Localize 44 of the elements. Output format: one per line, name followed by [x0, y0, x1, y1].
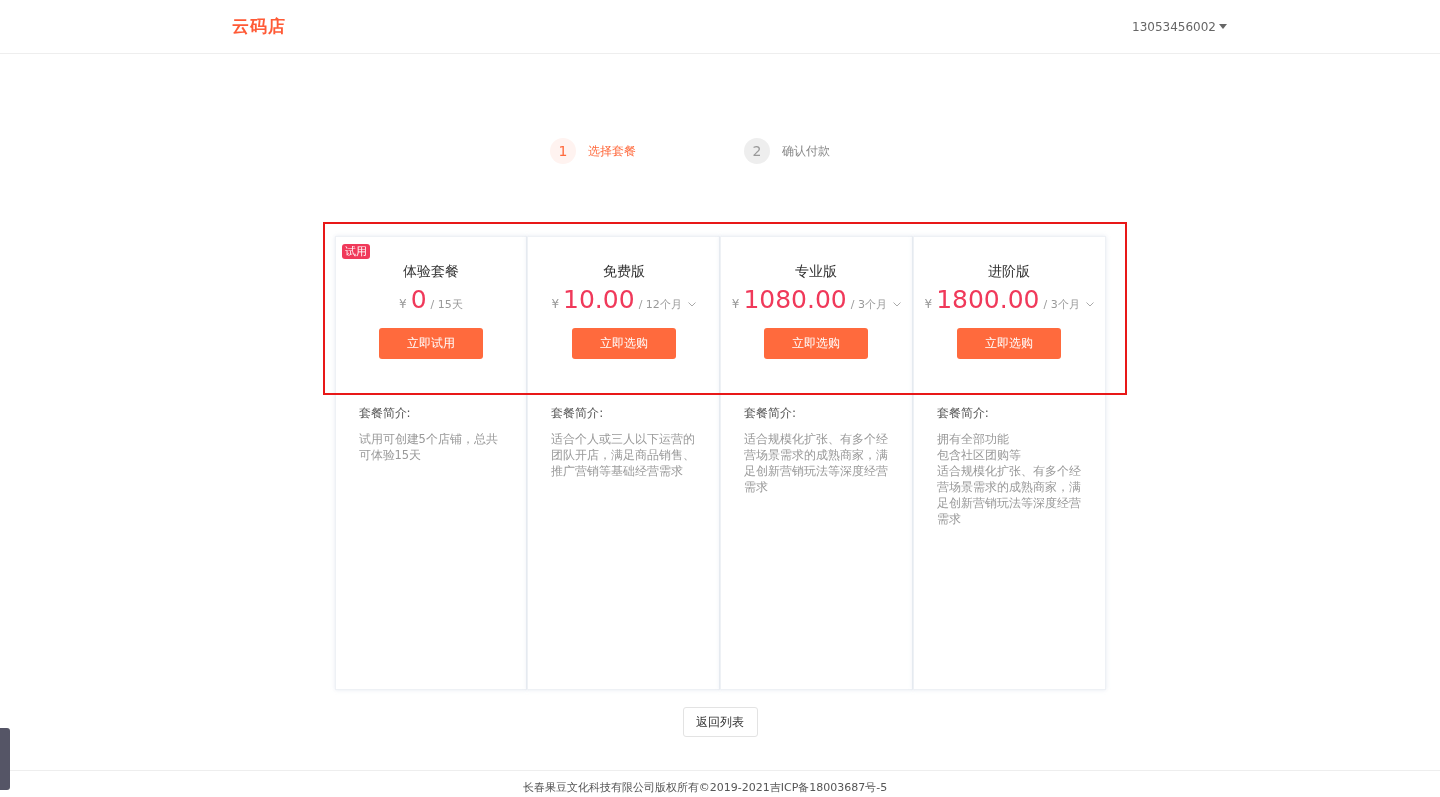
buy-button[interactable]: 立即选购 [957, 328, 1062, 359]
intro-title: 套餐简介: [936, 405, 990, 422]
buy-button[interactable]: 立即选购 [571, 328, 676, 359]
intro-text: 试用可创建5个店铺，总共可体验15天 [358, 431, 499, 463]
plan-name: 体验套餐 [402, 263, 459, 281]
copyright-text: 长春果豆文化科技有限公司版权所有©2019-2021吉ICP备18003687号-5 [522, 781, 889, 796]
plan-period: / 15天 [430, 297, 463, 312]
plan-price: 10.00 [563, 285, 635, 314]
currency-symbol: ¥ [924, 297, 933, 311]
chevron-down-icon[interactable] [687, 302, 696, 307]
caret-icon [1219, 24, 1227, 29]
plan-price: 0 [410, 285, 427, 314]
plan-name: 专业版 [795, 263, 838, 281]
trial-badge: 试用 [341, 244, 370, 259]
currency-symbol: ¥ [731, 297, 740, 311]
plan-name: 免费版 [602, 263, 645, 281]
intro-title: 套餐简介: [744, 405, 798, 422]
logo[interactable]: 云码店 [232, 15, 286, 38]
intro-text: 适合规模化扩张、有多个经营场景需求的成熟商家，满足创新营销玩法等深度经营需求 [744, 431, 889, 495]
buy-button[interactable]: 立即试用 [378, 328, 483, 359]
user-menu[interactable]: 13053456002 [1132, 19, 1227, 34]
side-handle[interactable] [0, 728, 10, 790]
plan-name: 进阶版 [988, 263, 1031, 281]
currency-symbol: ¥ [551, 297, 560, 311]
plan-period[interactable]: / 12个月 [638, 297, 696, 312]
intro-text: 适合规模化扩张、有多个经营场景需求的成熟商家，满足创新营销玩法等深度经营需求 [936, 463, 1082, 527]
intro-text: 包含社区团购等 [936, 447, 1022, 463]
intro-title: 套餐简介: [358, 405, 412, 422]
step-number: 2 [744, 138, 770, 164]
chevron-down-icon[interactable] [893, 302, 901, 307]
intro-title: 套餐简介: [551, 405, 605, 422]
chevron-down-icon[interactable] [1085, 302, 1094, 307]
intro-text: 适合个人或三人以下运营的团队开店，满足商品销售、推广营销等基础经营需求 [551, 431, 697, 479]
step-number: 1 [550, 138, 576, 164]
currency-symbol: ¥ [399, 297, 407, 311]
buy-button[interactable]: 立即选购 [764, 328, 869, 359]
plan-period[interactable]: / 3个月 [1043, 297, 1094, 312]
plan-price: 1800.00 [936, 285, 1040, 314]
step-label: 选择套餐 [588, 142, 636, 160]
intro-text: 拥有全部功能 [936, 431, 1010, 447]
plan-price: 1080.00 [743, 285, 847, 314]
step-label: 确认付款 [782, 142, 830, 160]
plan-period[interactable]: / 3个月 [850, 297, 901, 312]
back-button[interactable]: 返回列表 [682, 707, 758, 737]
